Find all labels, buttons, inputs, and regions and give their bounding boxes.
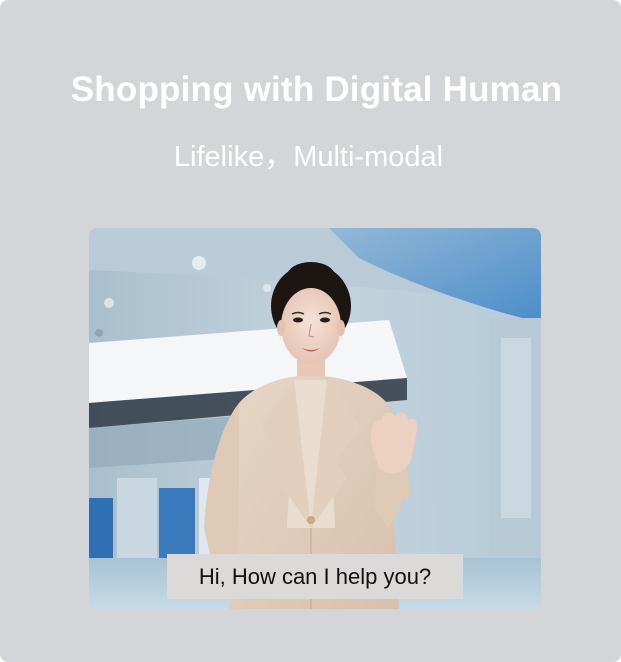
digital-human-video[interactable]: Hi, How can I help you? [89, 228, 541, 609]
page-subtitle: Lifelike，Multi-modal [173, 141, 444, 173]
speech-caption: Hi, How can I help you? [167, 554, 463, 599]
digital-human-scene [89, 228, 541, 609]
promo-card: Shopping with Digital Human Lifelike，Mul… [0, 0, 621, 662]
page-title: Shopping with Digital Human [70, 70, 563, 109]
